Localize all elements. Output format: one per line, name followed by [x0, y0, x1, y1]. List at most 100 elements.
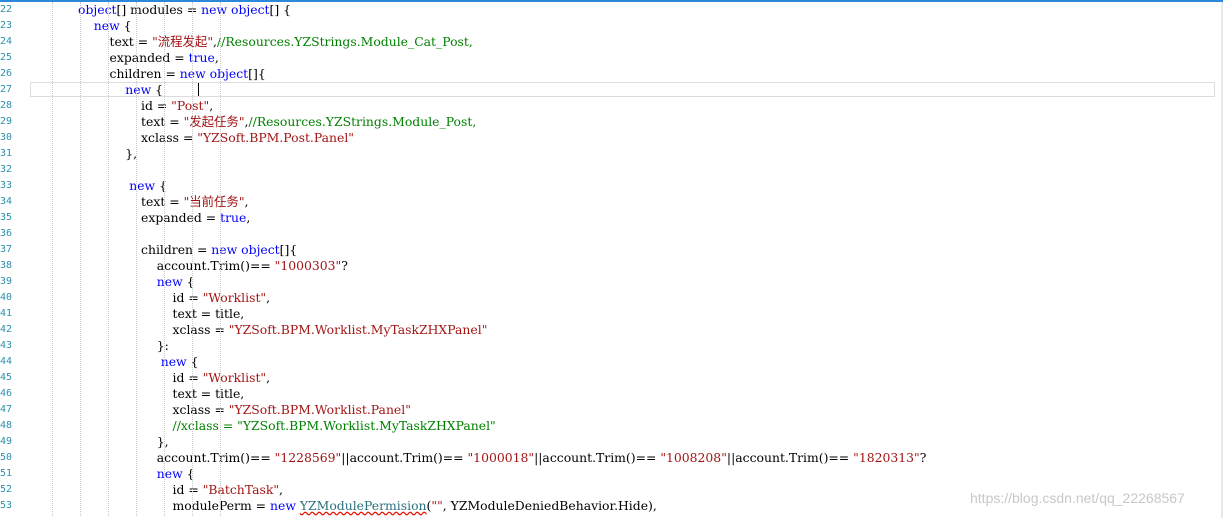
code-line[interactable]: 42 xclass = "YZSoft.BPM.Worklist.MyTaskZ…	[0, 322, 1223, 338]
line-number: 45	[0, 372, 13, 383]
line-number: 38	[0, 260, 13, 271]
code-token: ||account.Trim()==	[534, 450, 661, 465]
line-number: 22	[0, 4, 13, 15]
string-token: "1000303"	[274, 258, 342, 273]
code-token: expanded =	[78, 50, 189, 65]
code-line[interactable]: 40 id = "Worklist",	[0, 290, 1223, 306]
indent-guide	[80, 2, 81, 516]
code-text: xclass = "YZSoft.BPM.Worklist.MyTaskZHXP…	[78, 322, 488, 338]
line-number: 52	[0, 484, 13, 495]
comment-token: //Resources.YZStrings.Module_Post,	[248, 114, 477, 129]
code-line[interactable]: 38 account.Trim()== "1000303"?	[0, 258, 1223, 274]
indent-guide	[220, 2, 221, 516]
code-line[interactable]: 50 account.Trim()== "1228569"||account.T…	[0, 450, 1223, 466]
line-number: 44	[0, 356, 13, 367]
code-text: new {	[78, 18, 132, 34]
code-line[interactable]: 25 expanded = true,	[0, 50, 1223, 66]
code-line[interactable]: 34 text = "当前任务",	[0, 194, 1223, 210]
code-text: },	[78, 434, 169, 450]
code-token: [] {	[269, 2, 292, 17]
code-text: xclass = "YZSoft.BPM.Post.Panel"	[78, 130, 354, 146]
code-line[interactable]: 24 text = "流程发起",//Resources.YZStrings.M…	[0, 34, 1223, 50]
code-token: text =	[78, 114, 184, 129]
string-token: "YZSoft.BPM.Worklist.Panel"	[228, 402, 411, 417]
line-number: 26	[0, 68, 13, 79]
code-token: id =	[78, 482, 203, 497]
code-editor[interactable]: 22 object[] modules = new object[] {23 ne…	[0, 2, 1223, 518]
string-token: "BatchTask"	[202, 482, 280, 497]
keyword-token: new	[129, 178, 156, 193]
line-number: 30	[0, 132, 13, 143]
code-token: text =	[78, 34, 153, 49]
code-text: id = "Worklist",	[78, 290, 271, 306]
code-line[interactable]: 30 xclass = "YZSoft.BPM.Post.Panel"	[0, 130, 1223, 146]
line-number: 29	[0, 116, 13, 127]
code-line[interactable]: 46 text = title,	[0, 386, 1223, 402]
code-token: }:	[78, 338, 169, 353]
code-token: ,	[214, 50, 219, 65]
code-line[interactable]: 23 new {	[0, 18, 1223, 34]
code-line[interactable]: 33 new {	[0, 178, 1223, 194]
comment-token: //Resources.YZStrings.Module_Cat_Post,	[216, 34, 473, 49]
line-number: 25	[0, 52, 13, 63]
line-number: 47	[0, 404, 13, 415]
string-token: "1008208"	[660, 450, 727, 465]
code-line[interactable]: 39 new {	[0, 274, 1223, 290]
keyword-token: new	[93, 18, 120, 33]
code-token: YZModulePermision	[299, 498, 427, 513]
line-number: 33	[0, 180, 13, 191]
keyword-token: new	[270, 498, 296, 513]
line-number: 36	[0, 228, 13, 239]
code-text: }:	[78, 338, 169, 354]
code-token: []{	[279, 242, 298, 257]
code-token: expanded =	[78, 210, 221, 225]
code-line[interactable]: 26 children = new object[]{	[0, 66, 1223, 82]
code-text: id = "Worklist",	[78, 370, 271, 386]
code-line[interactable]: 47 xclass = "YZSoft.BPM.Worklist.Panel"	[0, 402, 1223, 418]
current-line-highlight	[30, 82, 1215, 97]
code-line[interactable]: 41 text = title,	[0, 306, 1223, 322]
watermark-url: https://blog.csdn.net/qq_22268567	[970, 490, 1185, 506]
keyword-token: new	[211, 242, 238, 257]
line-number: 43	[0, 340, 13, 351]
code-text: object[] modules = new object[] {	[78, 2, 291, 18]
code-token: xclass =	[78, 130, 198, 145]
code-line[interactable]: 31 },	[0, 146, 1223, 162]
code-line[interactable]: 45 id = "Worklist",	[0, 370, 1223, 386]
code-token: text =	[78, 194, 184, 209]
string-token: "YZSoft.BPM.Worklist.MyTaskZHXPanel"	[228, 322, 488, 337]
keyword-token: true	[220, 210, 247, 225]
code-line[interactable]: 32	[0, 162, 1223, 178]
code-line[interactable]: 35 expanded = true,	[0, 210, 1223, 226]
code-token: ?	[919, 450, 927, 465]
code-line[interactable]: 48 //xclass = "YZSoft.BPM.Worklist.MyTas…	[0, 418, 1223, 434]
code-line[interactable]: 28 id = "Post",	[0, 98, 1223, 114]
code-token: id =	[78, 98, 172, 113]
line-number: 37	[0, 244, 13, 255]
line-number: 53	[0, 500, 13, 511]
code-token: ,	[266, 290, 271, 305]
code-line[interactable]: 36	[0, 226, 1223, 242]
comment-token: //xclass = "YZSoft.BPM.Worklist.MyTaskZH…	[172, 418, 496, 433]
line-number: 28	[0, 100, 13, 111]
line-number: 39	[0, 276, 13, 287]
code-text: new {	[78, 178, 167, 194]
code-line[interactable]: 49 },	[0, 434, 1223, 450]
code-line[interactable]: 29 text = "发起任务",//Resources.YZStrings.M…	[0, 114, 1223, 130]
keyword-token: object	[241, 242, 280, 257]
code-line[interactable]: 44 new {	[0, 354, 1223, 370]
code-line[interactable]: 37 children = new object[]{	[0, 242, 1223, 258]
code-line[interactable]: 51 new {	[0, 466, 1223, 482]
code-token: modulePerm =	[78, 498, 270, 513]
line-number: 35	[0, 212, 13, 223]
code-token: id =	[78, 370, 203, 385]
code-token: {	[119, 18, 132, 33]
line-number: 48	[0, 420, 13, 431]
code-line[interactable]: 22 object[] modules = new object[] {	[0, 2, 1223, 18]
code-line[interactable]: 43 }:	[0, 338, 1223, 354]
line-number: 50	[0, 452, 13, 463]
